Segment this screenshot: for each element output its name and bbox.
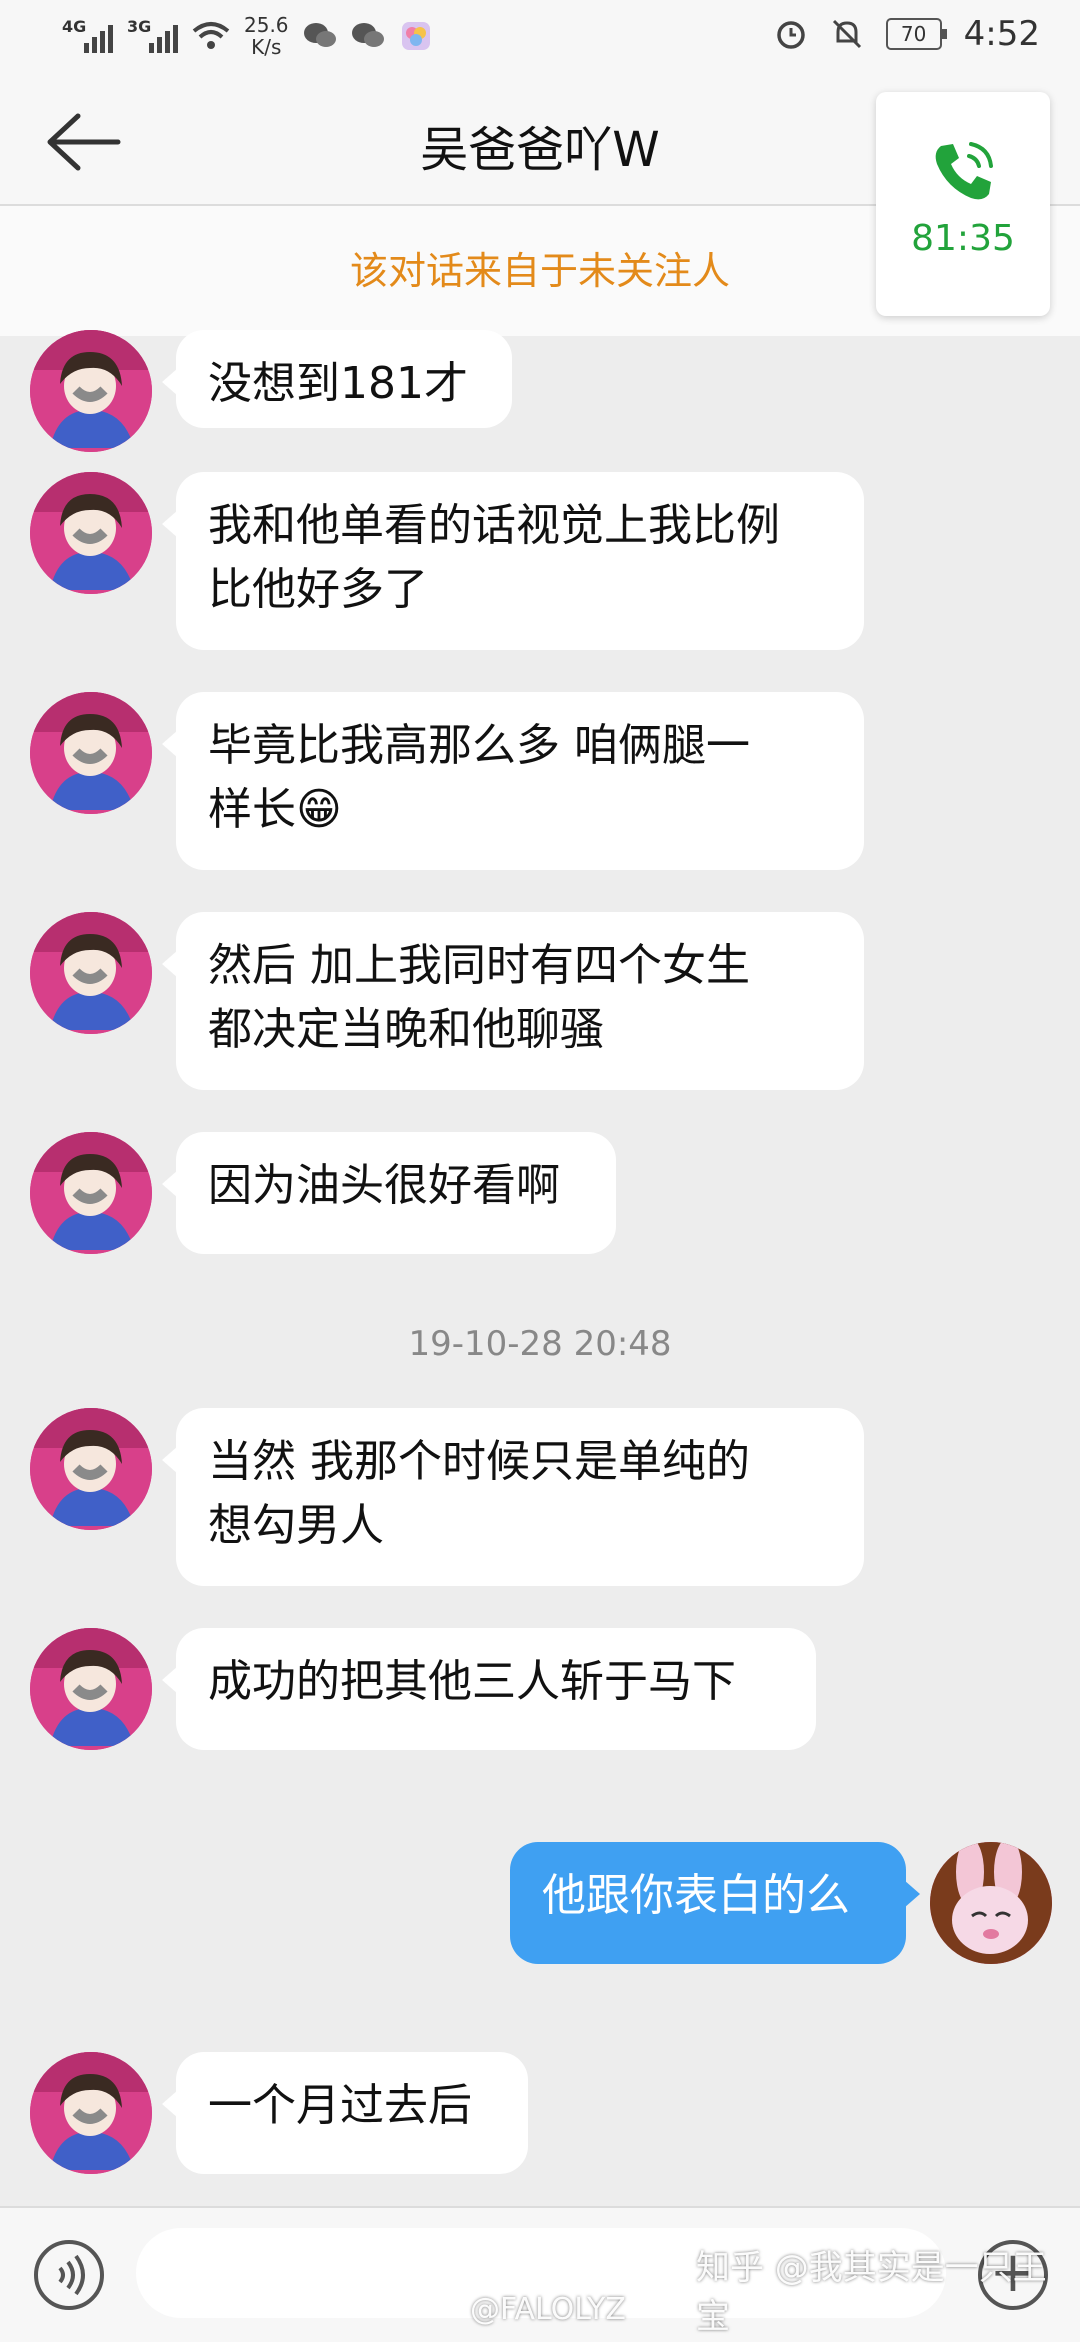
- phone-call-icon: [935, 142, 993, 200]
- network-speed: 25.6 K/s: [244, 13, 289, 59]
- call-duration-card[interactable]: 81:35: [876, 92, 1050, 316]
- message-row-incoming: 我和他单看的话视觉上我比例 比他好多了: [0, 472, 1080, 650]
- battery-icon: 70: [885, 18, 947, 50]
- alarm-icon: [776, 21, 805, 49]
- wifi-icon: [192, 22, 230, 49]
- app-icon: [401, 22, 430, 50]
- clock: 4:52: [963, 14, 1040, 54]
- message-bubble[interactable]: 当然 我那个时候只是单纯的 想勾男人: [162, 1408, 864, 1586]
- message-row-incoming: 一个月过去后: [0, 2052, 1080, 2174]
- avatar-contact[interactable]: [30, 912, 152, 1034]
- voice-input-button[interactable]: [34, 2240, 104, 2310]
- message-row-incoming: 成功的把其他三人斩于马下: [0, 1628, 1080, 1750]
- signal-icon-2: 3G: [127, 17, 178, 53]
- message-bubble[interactable]: 他跟你表白的么: [510, 1842, 920, 1964]
- message-row-incoming: 然后 加上我同时有四个女生 都决定当晚和他聊骚: [0, 912, 1080, 1090]
- avatar-contact[interactable]: [30, 2052, 152, 2174]
- avatar-contact[interactable]: [30, 330, 152, 452]
- voice-icon: [58, 2254, 85, 2296]
- avatar-contact[interactable]: [30, 472, 152, 594]
- message-row-incoming: 因为油头很好看啊: [0, 1132, 1080, 1254]
- message-bubble[interactable]: 成功的把其他三人斩于马下: [162, 1628, 816, 1750]
- message-bubble[interactable]: 没想到181才: [162, 330, 512, 428]
- avatar-contact[interactable]: [30, 1408, 152, 1530]
- message-row-incoming: 当然 我那个时候只是单纯的 想勾男人: [0, 1408, 1080, 1586]
- wechat-icon-2: [351, 23, 384, 47]
- avatar-contact[interactable]: [30, 1132, 152, 1254]
- wechat-icon: [303, 23, 336, 47]
- message-row-incoming: 没想到181才: [0, 330, 1080, 452]
- status-bar: 4G 3G 25.6 K/s 70 4:52: [0, 0, 1080, 80]
- message-timestamp: 19-10-28 20:48: [408, 1324, 672, 1364]
- message-bubble[interactable]: 毕竟比我高那么多 咱俩腿一 样长😁: [162, 692, 864, 870]
- message-bubble[interactable]: 我和他单看的话视觉上我比例 比他好多了: [162, 472, 864, 650]
- message-row-incoming: 毕竟比我高那么多 咱俩腿一 样长😁: [0, 692, 1080, 870]
- call-duration: 81:35: [911, 218, 1015, 259]
- mute-icon: [832, 19, 861, 49]
- message-bubble[interactable]: 然后 加上我同时有四个女生 都决定当晚和他聊骚: [162, 912, 864, 1090]
- signal-icon: 4G: [62, 17, 113, 53]
- avatar-contact[interactable]: [30, 1628, 152, 1750]
- avatar-self[interactable]: [930, 1842, 1052, 1964]
- zhihu-watermark: 知乎 @我其实是一只王宝: [696, 2248, 1047, 2337]
- message-row-outgoing: 他跟你表白的么: [0, 1842, 1080, 1964]
- avatar-contact[interactable]: [30, 692, 152, 814]
- message-bubble[interactable]: 因为油头很好看啊: [162, 1132, 616, 1254]
- message-bubble[interactable]: 一个月过去后: [162, 2052, 528, 2174]
- weibo-watermark: @FALOLYZ: [470, 2292, 626, 2327]
